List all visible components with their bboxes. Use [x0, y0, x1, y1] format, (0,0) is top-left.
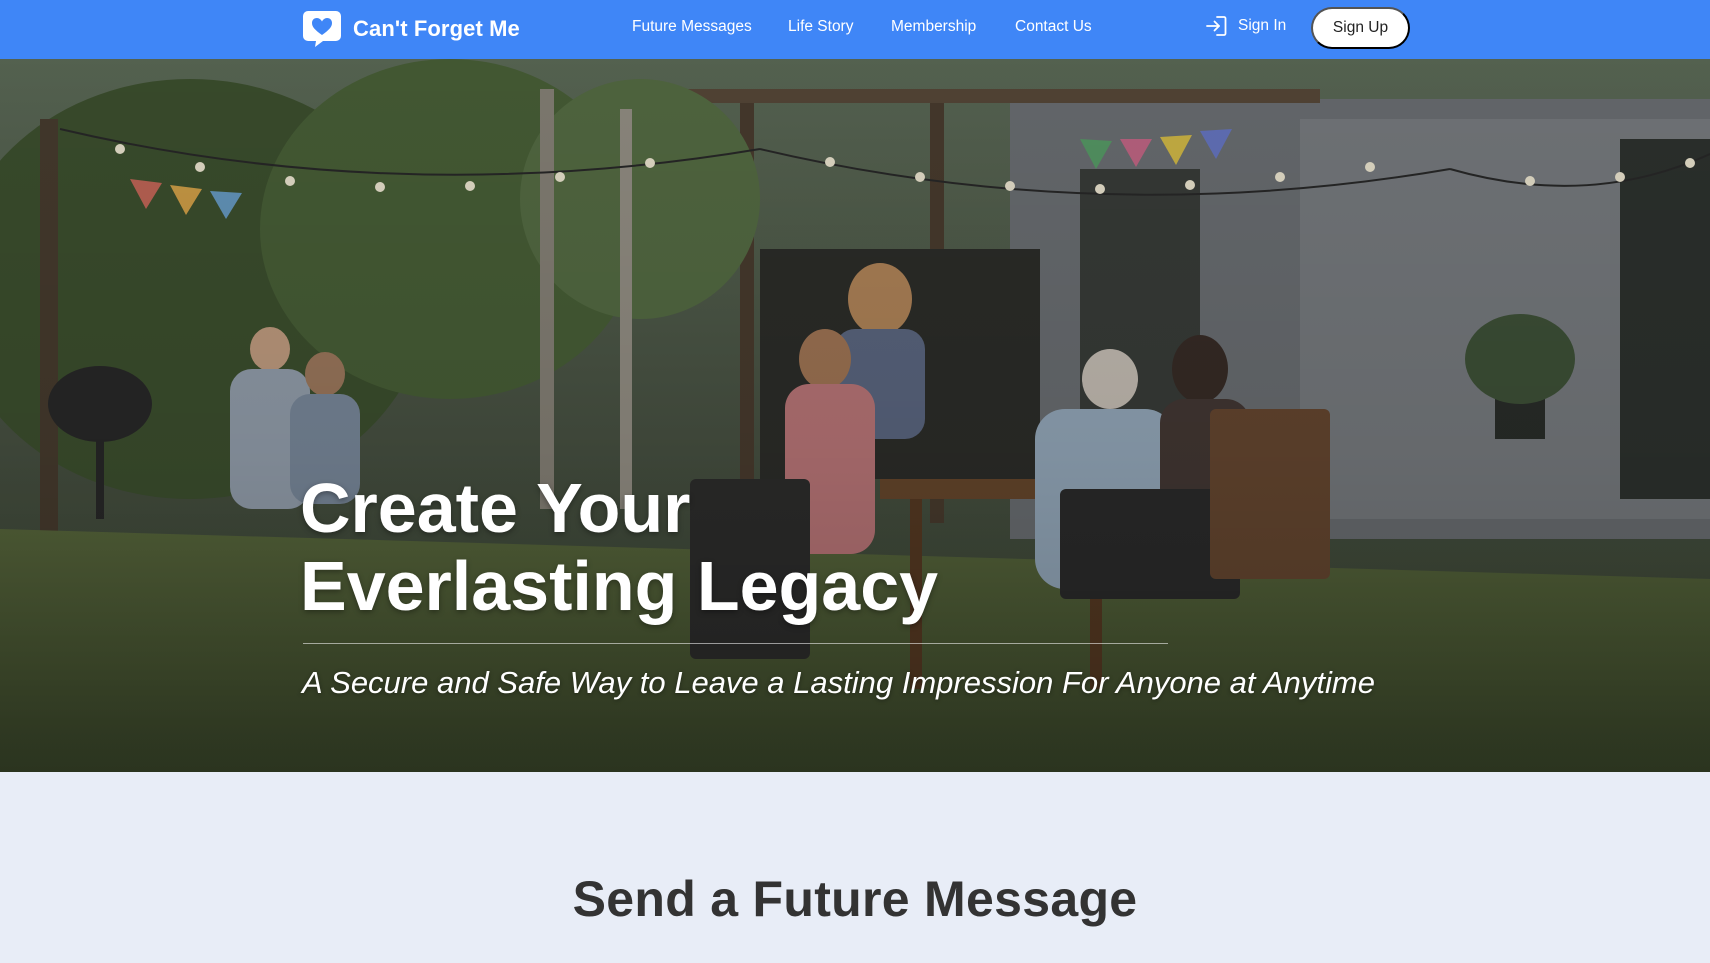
hero-divider — [303, 643, 1168, 644]
section-title: Send a Future Message — [572, 871, 1138, 927]
nav-future-messages[interactable]: Future Messages — [632, 18, 752, 36]
sign-in-label: Sign In — [1238, 17, 1287, 34]
sign-in-arrow-icon — [1206, 16, 1227, 36]
hero-subtitle: A Secure and Safe Way to Leave a Lasting… — [302, 665, 1375, 700]
hero-title: Create Your Everlasting Legacy — [300, 469, 1200, 625]
hero-banner: Create Your Everlasting Legacy A Secure … — [0, 59, 1710, 772]
sign-in-link[interactable]: Sign In — [1205, 15, 1286, 37]
top-navbar: Can't Forget Me Future Messages Life Sto… — [0, 0, 1710, 59]
nav-life-story[interactable]: Life Story — [788, 18, 853, 36]
heart-speech-bubble-icon — [303, 11, 341, 47]
hero-title-line-1: Create Your — [300, 469, 691, 547]
nav-contact-us[interactable]: Contact Us — [1015, 18, 1092, 36]
nav-membership[interactable]: Membership — [891, 18, 976, 36]
hero-title-line-2: Everlasting Legacy — [300, 547, 939, 625]
future-message-section: Send a Future Message — [0, 772, 1710, 963]
brand-home-link[interactable]: Can't Forget Me — [302, 10, 520, 48]
sign-up-button[interactable]: Sign Up — [1311, 7, 1410, 49]
brand-name: Can't Forget Me — [353, 16, 520, 41]
